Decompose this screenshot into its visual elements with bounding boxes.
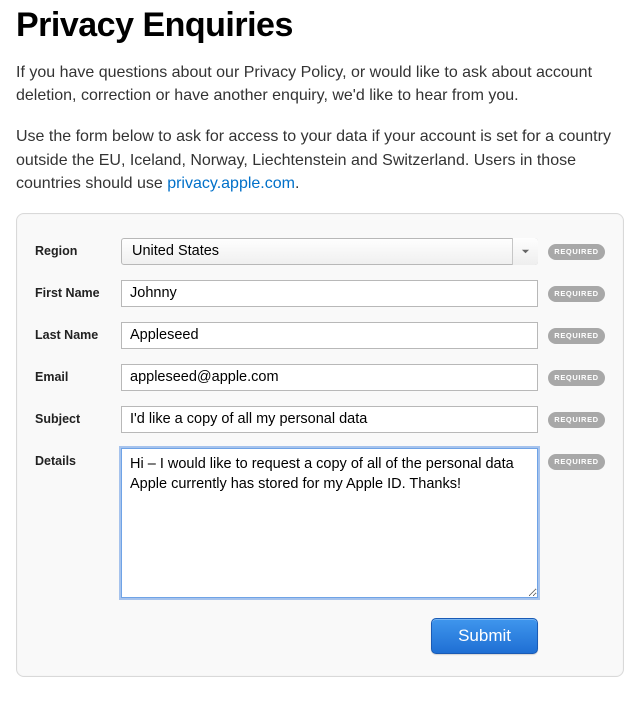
required-badge: REQUIRED [548, 370, 605, 386]
first-name-input[interactable] [121, 280, 538, 307]
enquiry-form: Region United States REQUIRED First Name… [16, 213, 624, 677]
region-label: Region [35, 238, 121, 258]
required-badge: REQUIRED [548, 454, 605, 470]
last-name-input[interactable] [121, 322, 538, 349]
intro2-pre: Use the form below to ask for access to … [16, 128, 611, 191]
email-label: Email [35, 364, 121, 384]
page-title: Privacy Enquiries [16, 6, 624, 45]
last-name-label: Last Name [35, 322, 121, 342]
intro-paragraph-2: Use the form below to ask for access to … [16, 125, 624, 195]
required-badge: REQUIRED [548, 328, 605, 344]
required-badge: REQUIRED [548, 244, 605, 260]
required-badge: REQUIRED [548, 286, 605, 302]
first-name-label: First Name [35, 280, 121, 300]
submit-button[interactable]: Submit [431, 618, 538, 654]
subject-input[interactable] [121, 406, 538, 433]
privacy-link[interactable]: privacy.apple.com [167, 175, 295, 192]
intro2-post: . [295, 175, 299, 192]
details-label: Details [35, 448, 121, 468]
details-textarea[interactable]: Hi – I would like to request a copy of a… [121, 448, 538, 598]
subject-label: Subject [35, 406, 121, 426]
required-badge: REQUIRED [548, 412, 605, 428]
intro-paragraph-1: If you have questions about our Privacy … [16, 61, 624, 107]
email-input[interactable] [121, 364, 538, 391]
region-select[interactable]: United States [121, 238, 538, 265]
